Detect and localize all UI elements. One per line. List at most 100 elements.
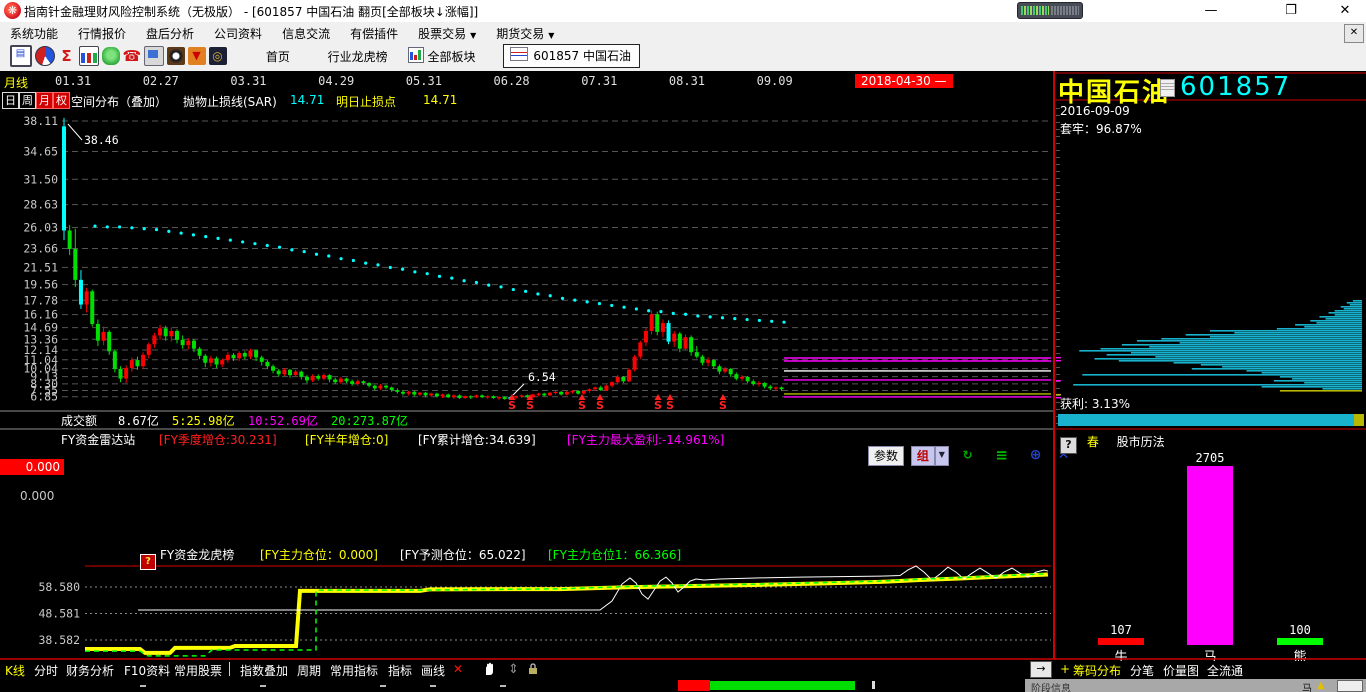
bottom-tab-周期[interactable]: 周期: [297, 662, 321, 679]
period-button-月[interactable]: 月: [36, 92, 53, 109]
date-tick: 02.27: [142, 74, 179, 88]
date-tick: 06.28: [493, 74, 530, 88]
panel-tab-价量图[interactable]: 价量图: [1163, 662, 1199, 679]
menu-item-公司资料[interactable]: 公司资料: [204, 22, 272, 45]
scroll-arrows-icon[interactable]: ⇕: [508, 662, 519, 677]
status-dash: [140, 685, 146, 687]
pie-chart-icon[interactable]: [34, 46, 55, 66]
home-button[interactable]: 首页: [266, 48, 290, 65]
panel-tab-分笔[interactable]: 分笔: [1130, 662, 1154, 679]
svg-text:6.85: 6.85: [30, 390, 58, 404]
period-button-权[interactable]: 权: [53, 92, 70, 109]
active-stock-tab[interactable]: 601857 中国石油: [503, 44, 640, 68]
bottom-tab-分时[interactable]: 分时: [34, 662, 58, 679]
period-button-日[interactable]: 日: [2, 92, 19, 109]
phone-icon[interactable]: ☎: [123, 47, 142, 65]
svg-text:9.13: 9.13: [30, 370, 58, 384]
minimize-button[interactable]: —: [1196, 1, 1226, 20]
document-close-button[interactable]: ✕: [1344, 24, 1364, 43]
menu-item-股票交易[interactable]: 股票交易 ▼: [408, 22, 486, 45]
progress-segments-filled: [1021, 6, 1049, 15]
menu-item-系统功能[interactable]: 系统功能: [0, 22, 68, 45]
all-boards-button[interactable]: 全部板块: [407, 47, 476, 65]
bottom-tab-F10资料[interactable]: F10资料: [124, 662, 170, 679]
bottom-tab-常用股票[interactable]: 常用股票: [174, 662, 222, 679]
calendar-bar-value: 100: [1289, 623, 1311, 638]
overlay-label[interactable]: 空间分布（叠加）: [71, 93, 167, 110]
charts-layer: 38.11 34.65 31.50 28.63 26.03 23.66 21.51 19.56…: [0, 71, 1366, 660]
status-dash: [430, 685, 436, 687]
title-bar: ❋ 指南针金融理财风险控制系统（无极版） - [601857 中国石油 翻页[全…: [0, 0, 1366, 22]
svg-text:S: S: [666, 399, 674, 412]
list-dropdown-arrow[interactable]: ▼: [1011, 450, 1017, 459]
date-tick: 07.31: [581, 74, 618, 88]
frog-icon[interactable]: [101, 47, 120, 65]
list-icon[interactable]: ≡: [993, 446, 1011, 464]
bottom-tab-K线[interactable]: K线: [5, 662, 25, 679]
refresh-icon[interactable]: ↻: [959, 446, 977, 464]
svg-text:28.63: 28.63: [23, 198, 58, 212]
season-label: 春: [1086, 435, 1099, 449]
svg-text:38.11: 38.11: [23, 114, 58, 128]
status-red-block: [678, 680, 710, 691]
restore-button[interactable]: ❐: [1276, 1, 1306, 20]
calendar-help-icon[interactable]: ?: [1060, 437, 1077, 454]
dropdown-arrow-icon: ▼: [470, 31, 477, 40]
document-icon[interactable]: ▤: [9, 45, 32, 67]
status-horse-label: 马: [1302, 684, 1312, 692]
zoom-icon[interactable]: ⊕: [1027, 446, 1045, 464]
period-button-周[interactable]: 周: [19, 92, 36, 109]
camera-icon[interactable]: [166, 47, 185, 65]
computer-icon[interactable]: [143, 46, 164, 66]
date-cursor-badge: 2018-04-30 —: [855, 74, 953, 88]
svg-text:38.46: 38.46: [84, 133, 119, 147]
compass-icon[interactable]: ◎: [208, 47, 227, 65]
params-button[interactable]: 参数: [868, 446, 905, 466]
folder-icon[interactable]: ▼: [187, 47, 206, 65]
panel-tab-全流通[interactable]: 全流通: [1207, 662, 1243, 679]
scroll-right-button[interactable]: →: [1030, 661, 1052, 678]
cost-date: 2016-09-09: [1060, 104, 1130, 118]
toolbar-separator: [229, 662, 230, 676]
close-button[interactable]: ✕: [1330, 1, 1360, 20]
stop-label: 明日止损点: [336, 95, 397, 109]
bottom-tab-指标[interactable]: 指标: [388, 662, 412, 679]
menu-item-盘后分析[interactable]: 盘后分析: [136, 22, 204, 45]
panel-tab-筹码分布[interactable]: 筹码分布: [1073, 662, 1121, 679]
radar-header-item: [FY季度增仓:30.231]: [159, 433, 277, 447]
calendar-bar-value: 107: [1110, 622, 1132, 637]
bottom-tab-画线[interactable]: 画线: [421, 662, 445, 679]
progress-widget: [1017, 2, 1083, 19]
menu-item-信息交流[interactable]: 信息交流: [272, 22, 340, 45]
menu-item-行情报价[interactable]: 行情报价: [68, 22, 136, 45]
sar-label: 抛物止损线(SAR): [183, 95, 277, 109]
svg-text:17.78: 17.78: [23, 293, 58, 307]
bottom-tab-指数叠加[interactable]: 指数叠加: [240, 662, 288, 679]
gauge-locked-segment: [1058, 414, 1355, 426]
svg-text:12.14: 12.14: [23, 343, 58, 357]
stock-doc-icon[interactable]: [1160, 79, 1175, 97]
svg-text:14.69: 14.69: [23, 321, 58, 335]
group-button[interactable]: 组: [910, 446, 935, 466]
svg-text:6.54: 6.54: [528, 370, 556, 384]
svg-text:S: S: [596, 399, 604, 412]
profit-ratio: 获利: 3.13%: [1060, 397, 1130, 411]
locked-ratio: 套牢：96.87%: [1060, 122, 1142, 136]
menu-item-期货交易[interactable]: 期货交易 ▼: [486, 22, 564, 45]
bottom-tab-常用指标[interactable]: 常用指标: [330, 662, 378, 679]
sigma-icon[interactable]: Σ: [58, 47, 76, 65]
group-dropdown-arrow[interactable]: ▼: [934, 446, 949, 466]
add-pane-button[interactable]: +: [1060, 662, 1070, 676]
industry-board-button[interactable]: 行业龙虎榜: [328, 48, 388, 65]
calendar-header: ? 春 股市历法: [1060, 433, 1165, 454]
tiger-help-icon[interactable]: ?: [140, 547, 160, 570]
bottom-tab-财务分析[interactable]: 财务分析: [66, 662, 114, 679]
refresh-dropdown-arrow[interactable]: ▼: [977, 450, 983, 459]
svg-text:23.66: 23.66: [23, 241, 58, 255]
delete-line-icon[interactable]: ✕: [453, 662, 463, 676]
menu-item-有偿插件[interactable]: 有偿插件: [340, 22, 408, 45]
svg-text:26.03: 26.03: [23, 221, 58, 235]
report-icon[interactable]: [78, 46, 99, 66]
gauge-profit-segment: [1354, 414, 1364, 426]
turnover-item: 成交额: [61, 414, 98, 428]
